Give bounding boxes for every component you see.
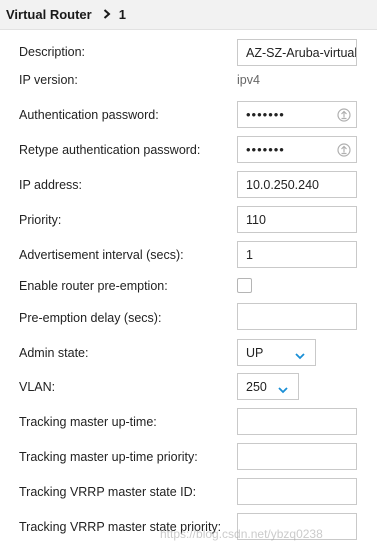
admin-state-select[interactable]: UP [237,339,316,366]
vlan-value: 250 [246,379,267,394]
description-input[interactable]: AZ-SZ-Aruba-virtual- [237,39,357,66]
preemption-checkbox[interactable] [237,278,252,293]
retype-password-label: Retype authentication password: [19,143,201,157]
tracking-vrrp-state-id-label: Tracking VRRP master state ID: [19,485,197,499]
preemption-delay-label: Pre-emption delay (secs): [19,311,162,325]
priority-label: Priority: [19,213,62,227]
chevron-right-icon [103,7,111,22]
header-router-id: 1 [118,7,126,22]
retype-password-field[interactable]: ••••••• [237,136,357,163]
tracking-vrrp-state-priority-label: Tracking VRRP master state priority: [19,520,222,534]
chevron-down-icon [295,349,305,360]
ip-address-value: 10.0.250.240 [246,177,319,192]
adv-interval-input[interactable]: 1 [237,241,357,268]
description-value: AZ-SZ-Aruba-virtual- [246,45,357,60]
vlan-select[interactable]: 250 [237,373,299,400]
auth-password-value: ••••••• [246,107,285,122]
ip-address-input[interactable]: 10.0.250.240 [237,171,357,198]
ip-version-value: ipv4 [237,73,260,87]
password-reveal-icon[interactable] [337,108,351,122]
header-title: Virtual Router [6,7,92,22]
chevron-down-icon [278,383,288,394]
adv-interval-value: 1 [246,247,253,262]
preemption-delay-input[interactable] [237,303,357,330]
ip-address-label: IP address: [19,178,83,192]
ip-version-label: IP version: [19,73,78,87]
auth-password-label: Authentication password: [19,108,159,122]
description-label: Description: [19,45,85,59]
tracking-vrrp-state-id-input[interactable] [237,478,357,505]
admin-state-label: Admin state: [19,346,89,360]
tracking-uptime-priority-label: Tracking master up-time priority: [19,450,198,464]
priority-input[interactable]: 110 [237,206,357,233]
tracking-vrrp-state-priority-input[interactable] [237,513,357,540]
retype-password-value: ••••••• [246,142,285,157]
tracking-uptime-input[interactable] [237,408,357,435]
tracking-uptime-priority-input[interactable] [237,443,357,470]
adv-interval-label: Advertisement interval (secs): [19,248,184,262]
tracking-uptime-label: Tracking master up-time: [19,415,157,429]
auth-password-field[interactable]: ••••••• [237,101,357,128]
admin-state-value: UP [246,345,264,360]
vlan-label: VLAN: [19,380,56,394]
priority-value: 110 [246,212,266,227]
preemption-label: Enable router pre-emption: [19,279,168,293]
password-reveal-icon[interactable] [337,143,351,157]
page-header: Virtual Router 1 [0,0,377,30]
